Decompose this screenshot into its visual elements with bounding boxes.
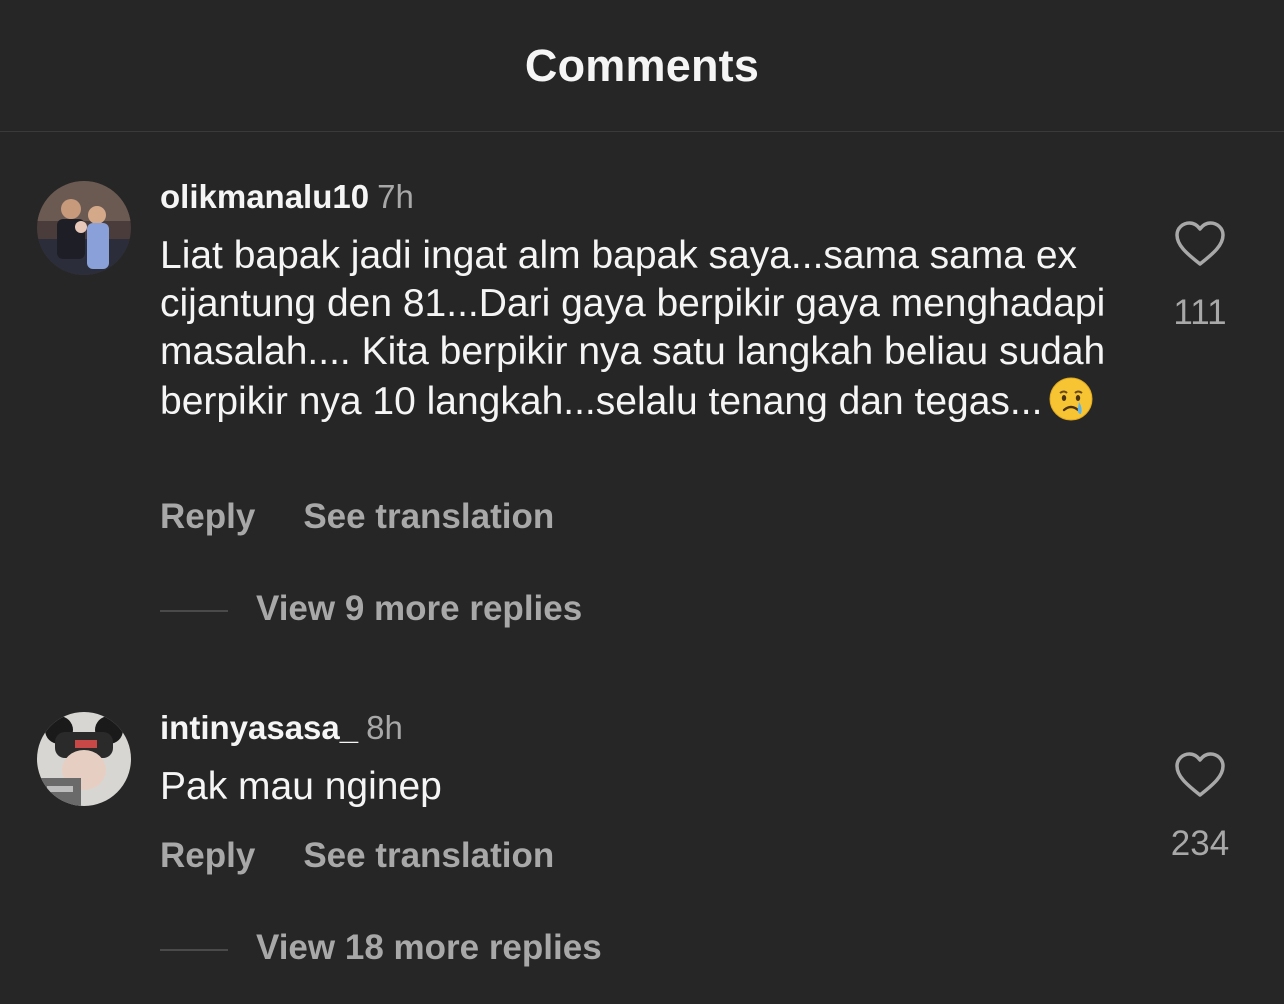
replies-divider-line	[160, 609, 228, 612]
like-count: 111	[1173, 293, 1227, 332]
comment-text: Pak mau nginep	[160, 763, 1150, 811]
avatar[interactable]	[37, 181, 131, 275]
comment-actions: Reply See translation	[160, 836, 554, 876]
comment-text: Liat bapak jadi ingat alm bapak saya...s…	[160, 232, 1150, 426]
replies-divider-line	[160, 948, 228, 951]
reply-button[interactable]: Reply	[160, 497, 255, 536]
heart-icon[interactable]	[1174, 220, 1226, 268]
comment-time: 7h	[377, 178, 414, 215]
comment-meta: olikmanalu10 7h	[160, 178, 414, 216]
comment-time: 8h	[366, 709, 403, 746]
see-translation-button[interactable]: See translation	[303, 497, 554, 536]
comment-text-content: Liat bapak jadi ingat alm bapak saya...s…	[160, 234, 1106, 423]
comment-actions: Reply See translation	[160, 497, 554, 537]
comment-text-content: Pak mau nginep	[160, 765, 442, 808]
avatar[interactable]	[37, 712, 131, 806]
view-replies-label: View 18 more replies	[256, 928, 602, 967]
comment-meta: intinyasasa_ 8h	[160, 709, 403, 747]
heart-icon[interactable]	[1174, 751, 1226, 799]
crying-face-emoji-icon	[1048, 376, 1094, 422]
view-replies-label: View 9 more replies	[256, 589, 583, 628]
see-translation-button[interactable]: See translation	[303, 836, 554, 875]
page-title: Comments	[524, 40, 760, 91]
view-replies-button[interactable]: View 9 more replies	[160, 589, 582, 629]
reply-button[interactable]: Reply	[160, 836, 255, 875]
username[interactable]: intinyasasa_	[160, 709, 358, 746]
username[interactable]: olikmanalu10	[160, 178, 369, 215]
like-count: 234	[1170, 824, 1230, 863]
comments-header: Comments	[0, 0, 1284, 132]
view-replies-button[interactable]: View 18 more replies	[160, 928, 602, 968]
